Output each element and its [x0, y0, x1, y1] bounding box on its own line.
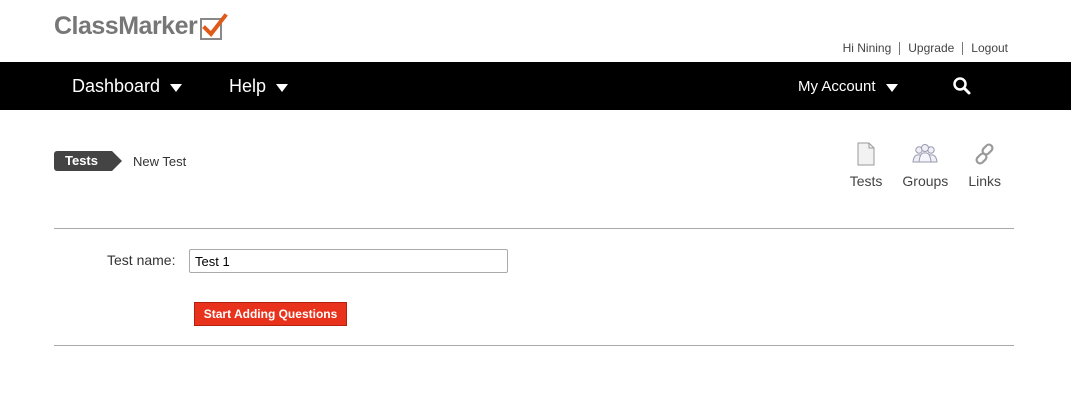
checkmark-icon	[200, 12, 229, 40]
link-icon	[973, 140, 997, 168]
quick-link-tests[interactable]: Tests	[849, 140, 883, 189]
chevron-down-icon	[170, 83, 183, 92]
quick-link-links[interactable]: Links	[968, 140, 1001, 189]
nav-my-account[interactable]: My Account	[798, 62, 898, 110]
nav-dashboard-label: Dashboard	[72, 75, 161, 96]
quick-links: Tests Groups Links	[830, 140, 1001, 189]
document-icon	[856, 140, 876, 168]
quick-link-groups[interactable]: Groups	[902, 140, 948, 189]
breadcrumb: Tests New Test	[54, 151, 186, 171]
test-name-input[interactable]	[189, 249, 508, 273]
user-links: Hi Nining Upgrade Logout	[835, 42, 1008, 55]
main-navbar: Dashboard Help My Account	[0, 62, 1071, 110]
start-adding-questions-button[interactable]: Start Adding Questions	[194, 302, 347, 326]
breadcrumb-tests[interactable]: Tests	[54, 151, 122, 171]
nav-help-label: Help	[229, 75, 267, 96]
nav-help[interactable]: Help	[229, 62, 289, 110]
search-icon	[953, 77, 971, 95]
nav-dashboard[interactable]: Dashboard	[72, 62, 183, 110]
divider	[54, 228, 1014, 229]
chevron-down-icon	[885, 83, 898, 92]
test-name-label: Test name:	[107, 252, 176, 268]
upgrade-link[interactable]: Upgrade	[900, 42, 962, 55]
breadcrumb-current: New Test	[133, 153, 187, 169]
chevron-down-icon	[276, 83, 289, 92]
quick-link-tests-label: Tests	[849, 173, 883, 189]
logo-text: ClassMarker	[54, 12, 198, 40]
quick-link-links-label: Links	[968, 173, 1001, 189]
greeting-link[interactable]: Hi Nining	[835, 42, 900, 55]
logo[interactable]: ClassMarker	[54, 12, 229, 41]
divider	[54, 345, 1014, 346]
page: ClassMarker Hi Nining Upgrade Logout Das…	[0, 0, 1071, 410]
group-icon	[911, 140, 939, 168]
search-button[interactable]	[952, 62, 972, 110]
quick-link-groups-label: Groups	[902, 173, 949, 189]
nav-my-account-label: My Account	[798, 77, 876, 95]
logout-link[interactable]: Logout	[963, 42, 1008, 55]
